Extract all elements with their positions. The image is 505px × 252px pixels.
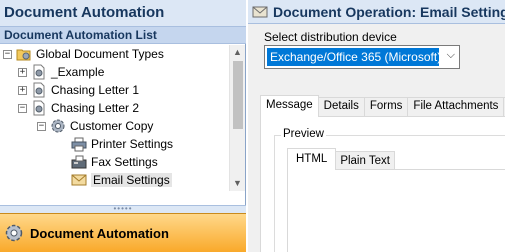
tree-node-chasing-letter-1[interactable]: + Chasing Letter 1 — [18, 81, 139, 99]
preview-format-tabs: HTML Plain Text — [287, 148, 395, 170]
tree-node-label: _Example — [51, 65, 105, 79]
tab-file-attachments[interactable]: File Attachments — [407, 97, 505, 117]
scrollbar-thumb[interactable] — [233, 61, 243, 129]
collapse-toggle[interactable]: − — [3, 49, 12, 59]
tree-node-label: Global Document Types — [36, 47, 164, 61]
tree-node-label: Printer Settings — [91, 137, 174, 151]
scroll-down-arrow-icon[interactable]: ▼ — [233, 179, 242, 188]
nav-button-label: Document Automation — [30, 225, 169, 241]
panel-title: Document Automation — [0, 0, 246, 26]
settings-tabs: Message Details Forms File Attachments A — [260, 95, 505, 117]
html-preview-area[interactable] — [287, 169, 505, 252]
selected-value: Exchange/Office 365 (Microsoft) — [267, 48, 439, 66]
document-gear-icon — [31, 82, 47, 98]
tab-details[interactable]: Details — [317, 97, 365, 117]
document-gear-icon — [31, 64, 47, 80]
document-gear-icon — [31, 100, 47, 116]
collapse-toggle[interactable]: − — [37, 121, 46, 131]
tree-node-chasing-letter-2[interactable]: − Chasing Letter 2 — [18, 99, 139, 117]
tab-message[interactable]: Message — [260, 95, 319, 117]
chevron-down-icon[interactable]: ⌵ — [447, 49, 455, 62]
folder-gear-icon — [16, 46, 32, 62]
document-tree: − Global Document Types + _Example + Cha… — [0, 45, 229, 191]
tree-node-label: Chasing Letter 2 — [51, 101, 140, 115]
tab-html[interactable]: HTML — [287, 148, 337, 170]
tree-node-label: Email Settings — [91, 173, 172, 187]
expand-toggle[interactable]: + — [18, 85, 27, 95]
envelope-icon — [252, 4, 268, 20]
document-automation-panel: Document Automation Document Automation … — [0, 0, 246, 252]
tree-node-label: Fax Settings — [91, 155, 158, 169]
tree-node-fax-settings[interactable]: Fax Settings — [71, 153, 158, 171]
tree-node-printer-settings[interactable]: Printer Settings — [71, 135, 173, 153]
collapse-toggle[interactable]: − — [18, 103, 27, 113]
operation-title: Document Operation: Email Settings — [273, 3, 505, 20]
pane-splitter[interactable]: ••••• — [0, 205, 246, 213]
document-automation-nav-button[interactable]: Document Automation — [0, 213, 246, 252]
envelope-icon — [71, 172, 87, 188]
gear-icon — [4, 223, 24, 243]
tab-plain-text[interactable]: Plain Text — [335, 151, 395, 170]
fax-icon — [71, 154, 87, 170]
expand-toggle[interactable]: + — [18, 67, 27, 77]
distribution-device-select[interactable]: Exchange/Office 365 (Microsoft) ⌵ — [264, 45, 460, 69]
tree-node-global-document-types[interactable]: − Global Document Types — [3, 45, 164, 63]
tree-node-label: Chasing Letter 1 — [51, 83, 140, 97]
tree-node-example[interactable]: + _Example — [18, 63, 104, 81]
gear-icon — [50, 118, 66, 134]
tree-node-label: Customer Copy — [70, 119, 154, 133]
list-title: Document Automation List — [0, 26, 246, 44]
printer-icon — [71, 136, 87, 152]
tree-node-email-settings[interactable]: Email Settings — [71, 171, 172, 189]
distribution-device-label: Select distribution device — [264, 30, 397, 44]
operation-header: Document Operation: Email Settings — [248, 0, 505, 24]
preview-label: Preview — [281, 128, 326, 140]
tree-vertical-scrollbar[interactable]: ▲ ▼ — [229, 45, 245, 191]
scroll-up-arrow-icon[interactable]: ▲ — [233, 48, 242, 57]
tab-forms[interactable]: Forms — [363, 97, 409, 117]
tree-node-customer-copy[interactable]: − Customer Copy — [37, 117, 153, 135]
